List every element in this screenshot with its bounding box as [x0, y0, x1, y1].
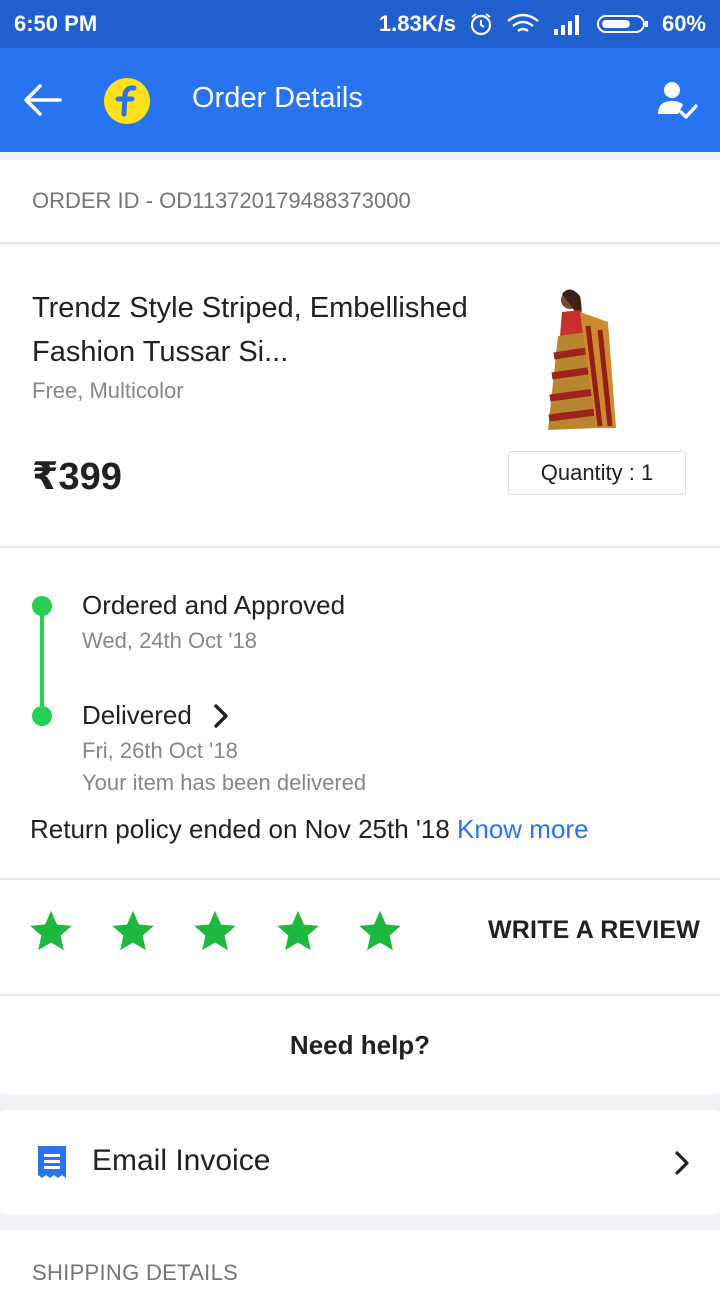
return-policy-text: Return policy ended on Nov 25th '18	[30, 814, 450, 844]
quantity-label: Quantity : 1	[540, 460, 654, 485]
order-id-row: ORDER ID - OD113720179488373000	[0, 160, 720, 244]
shipping-details-section: SHIPPING DETAILS	[0, 1230, 720, 1290]
need-help-label: Need help?	[289, 1029, 431, 1060]
email-invoice-label: Email Invoice	[92, 1144, 271, 1177]
app-bar: Order Details	[0, 48, 720, 152]
star-icon-5[interactable]	[357, 908, 403, 954]
back-arrow-icon[interactable]	[22, 82, 62, 118]
know-more-link[interactable]: Know more	[457, 814, 589, 844]
step-ordered-label: Ordered and Approved	[82, 590, 346, 620]
step-delivered-note: Your item has been delivered	[82, 770, 367, 795]
rating-card: WRITE A REVIEW	[0, 880, 720, 996]
status-bar: 6:50 PM 1.83K/s 60%	[0, 0, 720, 48]
battery-icon	[596, 15, 648, 33]
order-id: ORDER ID - OD113720179488373000	[32, 188, 411, 213]
account-check-icon[interactable]	[654, 78, 700, 122]
return-policy-row: Return policy ended on Nov 25th '18 Know…	[30, 814, 589, 845]
tracking-line	[40, 610, 44, 718]
write-review-button[interactable]: WRITE A REVIEW	[488, 916, 700, 945]
tracking-dot-delivered	[32, 706, 52, 726]
need-help-button[interactable]: Need help?	[0, 996, 720, 1094]
invoice-icon	[38, 1146, 66, 1178]
alarm-icon	[470, 13, 492, 36]
product-price: ₹399	[32, 456, 122, 498]
step-delivered-date: Fri, 26th Oct '18	[82, 738, 238, 763]
star-icon-2[interactable]	[110, 908, 156, 954]
product-variant: Free, Multicolor	[32, 378, 184, 403]
step-delivered-label[interactable]: Delivered	[82, 700, 192, 731]
chevron-right-icon[interactable]	[212, 704, 230, 728]
status-time: 6:50 PM	[14, 11, 98, 36]
wifi-icon	[507, 13, 539, 32]
email-invoice-row[interactable]: Email Invoice	[0, 1110, 720, 1214]
star-icon-4[interactable]	[275, 908, 321, 954]
star-icon-3[interactable]	[192, 908, 238, 954]
product-card[interactable]: Trendz Style Striped, Embellished Fashio…	[0, 246, 720, 548]
flipkart-logo	[104, 78, 150, 124]
shipping-details-heading: SHIPPING DETAILS	[32, 1260, 239, 1285]
star-icon-1[interactable]	[28, 908, 74, 954]
quantity-box: Quantity : 1	[508, 451, 686, 495]
product-title: Trendz Style Striped, Embellished Fashio…	[32, 292, 468, 368]
step-ordered-date: Wed, 24th Oct '18	[82, 628, 258, 653]
signal-icon	[553, 15, 579, 35]
product-image[interactable]	[538, 286, 622, 432]
tracking-card: Ordered and Approved Wed, 24th Oct '18 D…	[0, 548, 720, 880]
network-speed: 1.83K/s	[378, 11, 456, 36]
chevron-right-icon	[675, 1151, 689, 1175]
battery-level: 60%	[661, 11, 706, 36]
page-title: Order Details	[192, 82, 363, 114]
